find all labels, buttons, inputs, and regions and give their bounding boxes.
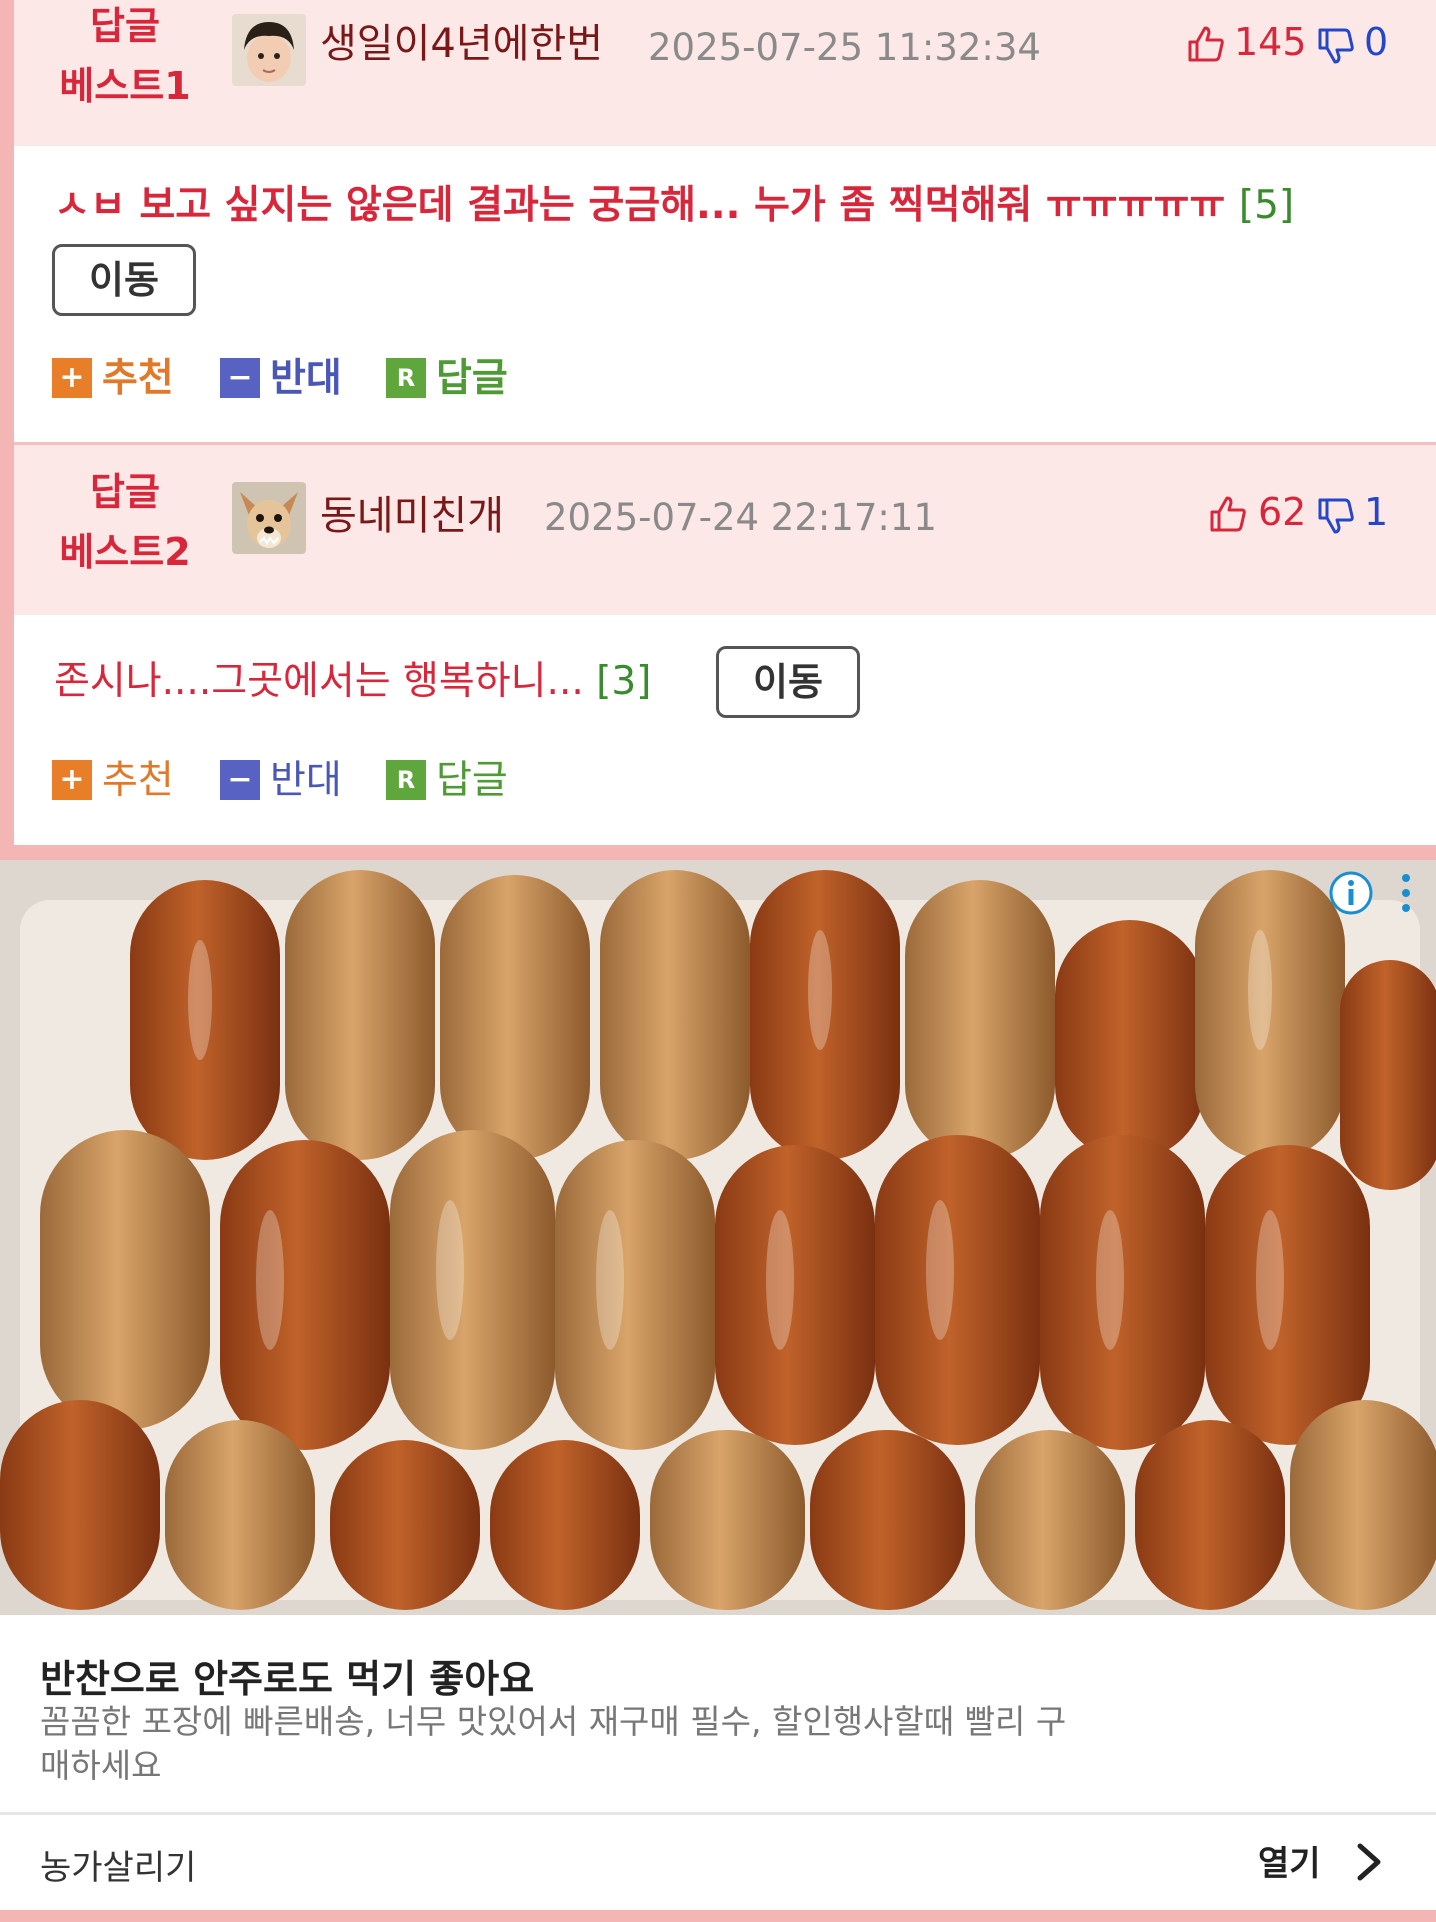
thumbs-down-icon[interactable] [1316, 26, 1356, 66]
best-label: 답글 베스트1 [59, 4, 191, 108]
comment-header [14, 0, 1436, 146]
username[interactable]: 동네미친개 [320, 492, 504, 540]
move-button[interactable]: 이동 [716, 646, 860, 718]
more-icon[interactable] [1396, 870, 1416, 916]
reply-action[interactable]: R 답글 [386, 356, 508, 402]
ad-brand[interactable]: 농가살리기 [40, 1840, 196, 1889]
downvote-action[interactable]: − 반대 [220, 356, 342, 402]
reply-icon: R [386, 759, 426, 800]
thumbs-up-icon[interactable] [1186, 24, 1226, 64]
ad-description: 꼼꼼한 포장에 빠른배송, 너무 맛있어서 재구매 필수, 할인행사할때 빨리 … [40, 1702, 1067, 1785]
downvote-count: 1 [1364, 490, 1389, 534]
avatar[interactable] [232, 14, 306, 86]
reply-count[interactable]: [3] [596, 659, 651, 704]
chevron-right-icon[interactable] [1352, 1842, 1386, 1882]
divider [0, 1812, 1436, 1815]
ad-title[interactable]: 반찬으로 안주로도 먹기 좋아요 [40, 1648, 534, 1703]
reply-icon: R [386, 357, 426, 398]
thumbs-down-icon[interactable] [1316, 496, 1356, 536]
minus-icon: − [220, 759, 260, 800]
plus-icon: + [52, 759, 92, 800]
downvote-count: 0 [1364, 20, 1389, 64]
upvote-action[interactable]: + 추천 [52, 758, 174, 804]
upvote-count: 145 [1234, 20, 1307, 64]
minus-icon: − [220, 357, 260, 398]
username[interactable]: 생일이4년에한번 [320, 20, 603, 68]
upvote-action[interactable]: + 추천 [52, 356, 174, 402]
plus-icon: + [52, 357, 92, 398]
ad-open-button[interactable]: 열기 [1258, 1836, 1321, 1885]
comment-date: 2025-07-24 22:17:11 [544, 496, 937, 539]
avatar[interactable] [232, 482, 306, 554]
upvote-count: 62 [1258, 490, 1307, 534]
best-label: 답글 베스트2 [59, 470, 191, 574]
info-icon[interactable] [1328, 870, 1374, 916]
reply-count[interactable]: [5] [1239, 183, 1294, 228]
comment-date: 2025-07-25 11:32:34 [648, 26, 1041, 69]
reply-action[interactable]: R 답글 [386, 758, 508, 804]
comment-text: ㅅㅂ 보고 싶지는 않은데 결과는 궁금해... 누가 좀 찍먹해줘 ㅠㅠㅠㅠㅠ… [54, 183, 1295, 228]
comment-text: 존시나....그곳에서는 행복하니... [3] [54, 659, 652, 704]
thumbs-up-icon[interactable] [1208, 494, 1248, 534]
advertisement[interactable]: 반찬으로 안주로도 먹기 좋아요 꼼꼼한 포장에 빠른배송, 너무 맛있어서 재… [0, 860, 1436, 1910]
downvote-action[interactable]: − 반대 [220, 758, 342, 804]
move-button[interactable]: 이동 [52, 244, 196, 316]
ad-image[interactable] [0, 860, 1436, 1615]
